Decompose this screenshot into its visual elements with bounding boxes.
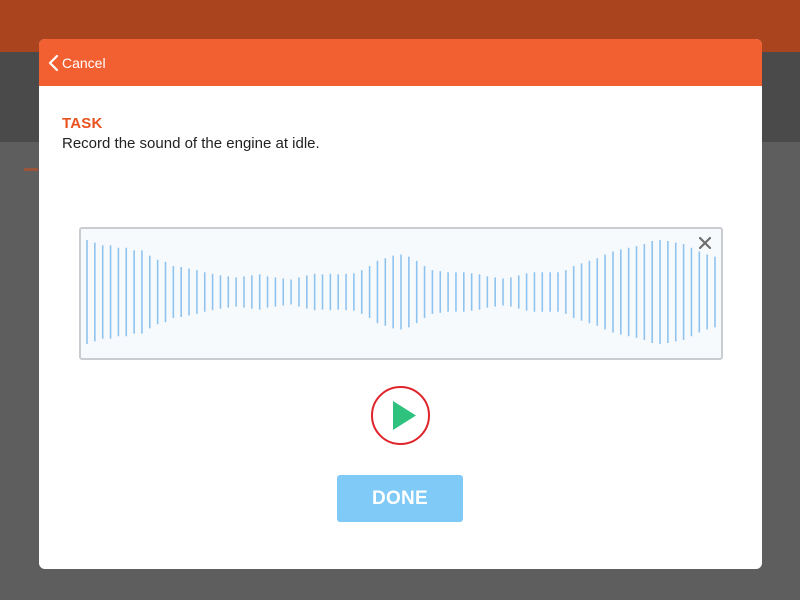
background-status-bar — [0, 0, 800, 20]
cancel-button[interactable]: Cancel — [47, 54, 106, 72]
waveform-graphic — [86, 240, 716, 344]
background-accent-mark — [24, 168, 38, 171]
modal-header: Cancel — [39, 39, 762, 86]
play-button[interactable] — [371, 386, 430, 445]
play-icon — [393, 401, 416, 430]
task-heading: TASK — [62, 115, 103, 132]
close-icon[interactable] — [697, 235, 713, 251]
chevron-left-icon — [48, 54, 59, 71]
task-instruction: Record the sound of the engine at idle. — [62, 135, 320, 152]
record-audio-modal: Cancel TASK Record the sound of the engi… — [39, 39, 762, 569]
cancel-label: Cancel — [62, 54, 106, 71]
audio-waveform — [79, 227, 723, 360]
done-button[interactable]: DONE — [337, 475, 463, 522]
